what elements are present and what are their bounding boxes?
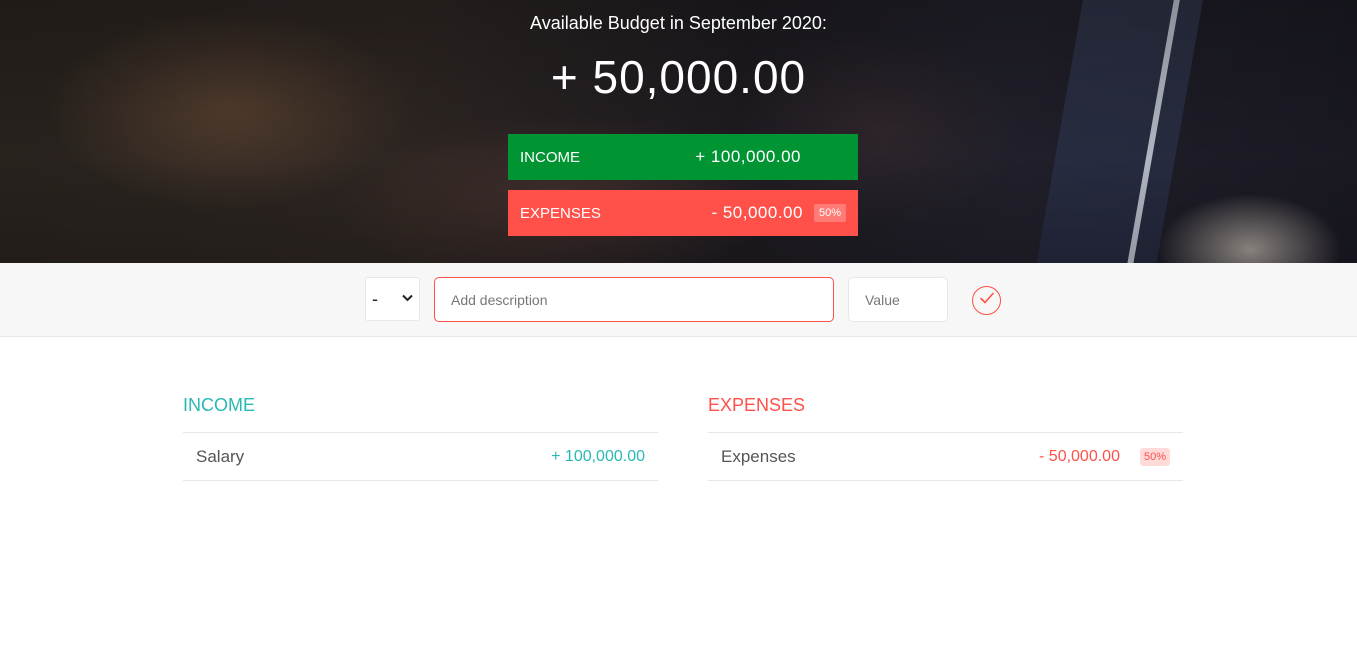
value-input[interactable]	[848, 277, 948, 322]
expenses-summary-value: - 50,000.00	[711, 203, 803, 222]
income-list: Income Salary + 100,000.00	[183, 395, 658, 481]
add-button[interactable]	[972, 286, 1001, 315]
list-item[interactable]: Salary + 100,000.00	[183, 432, 658, 481]
checkmark-icon	[979, 291, 995, 310]
list-item[interactable]: Expenses - 50,000.00 50%	[708, 432, 1183, 481]
expenses-percentage-badge: 50%	[813, 204, 846, 222]
expenses-list: Expenses Expenses - 50,000.00 50%	[708, 395, 1183, 481]
income-summary: Income + 100,000.00	[508, 134, 858, 180]
item-value: - 50,000.00	[1039, 447, 1120, 465]
item-description: Salary	[196, 446, 245, 466]
income-list-title: Income	[183, 395, 255, 415]
item-value: + 100,000.00	[551, 447, 645, 465]
type-select[interactable]: -	[365, 277, 420, 321]
income-summary-label: Income	[520, 148, 580, 166]
item-description: Expenses	[721, 446, 796, 466]
add-item-bar: -	[0, 263, 1357, 337]
description-input[interactable]	[434, 277, 834, 322]
expenses-summary: Expenses - 50,000.00 50%	[508, 190, 858, 236]
expenses-summary-label: Expenses	[520, 204, 601, 222]
income-summary-value: + 100,000.00	[695, 147, 801, 166]
chevron-down-icon	[402, 293, 413, 305]
budget-value: + 50,000.00	[550, 51, 807, 103]
budget-title: Available Budget in September 2020:	[530, 13, 827, 33]
expenses-list-title: Expenses	[708, 395, 806, 415]
item-percentage-badge: 50%	[1139, 447, 1170, 466]
type-select-value: -	[372, 288, 378, 309]
budget-header: Available Budget in September 2020: + 50…	[0, 0, 1357, 263]
